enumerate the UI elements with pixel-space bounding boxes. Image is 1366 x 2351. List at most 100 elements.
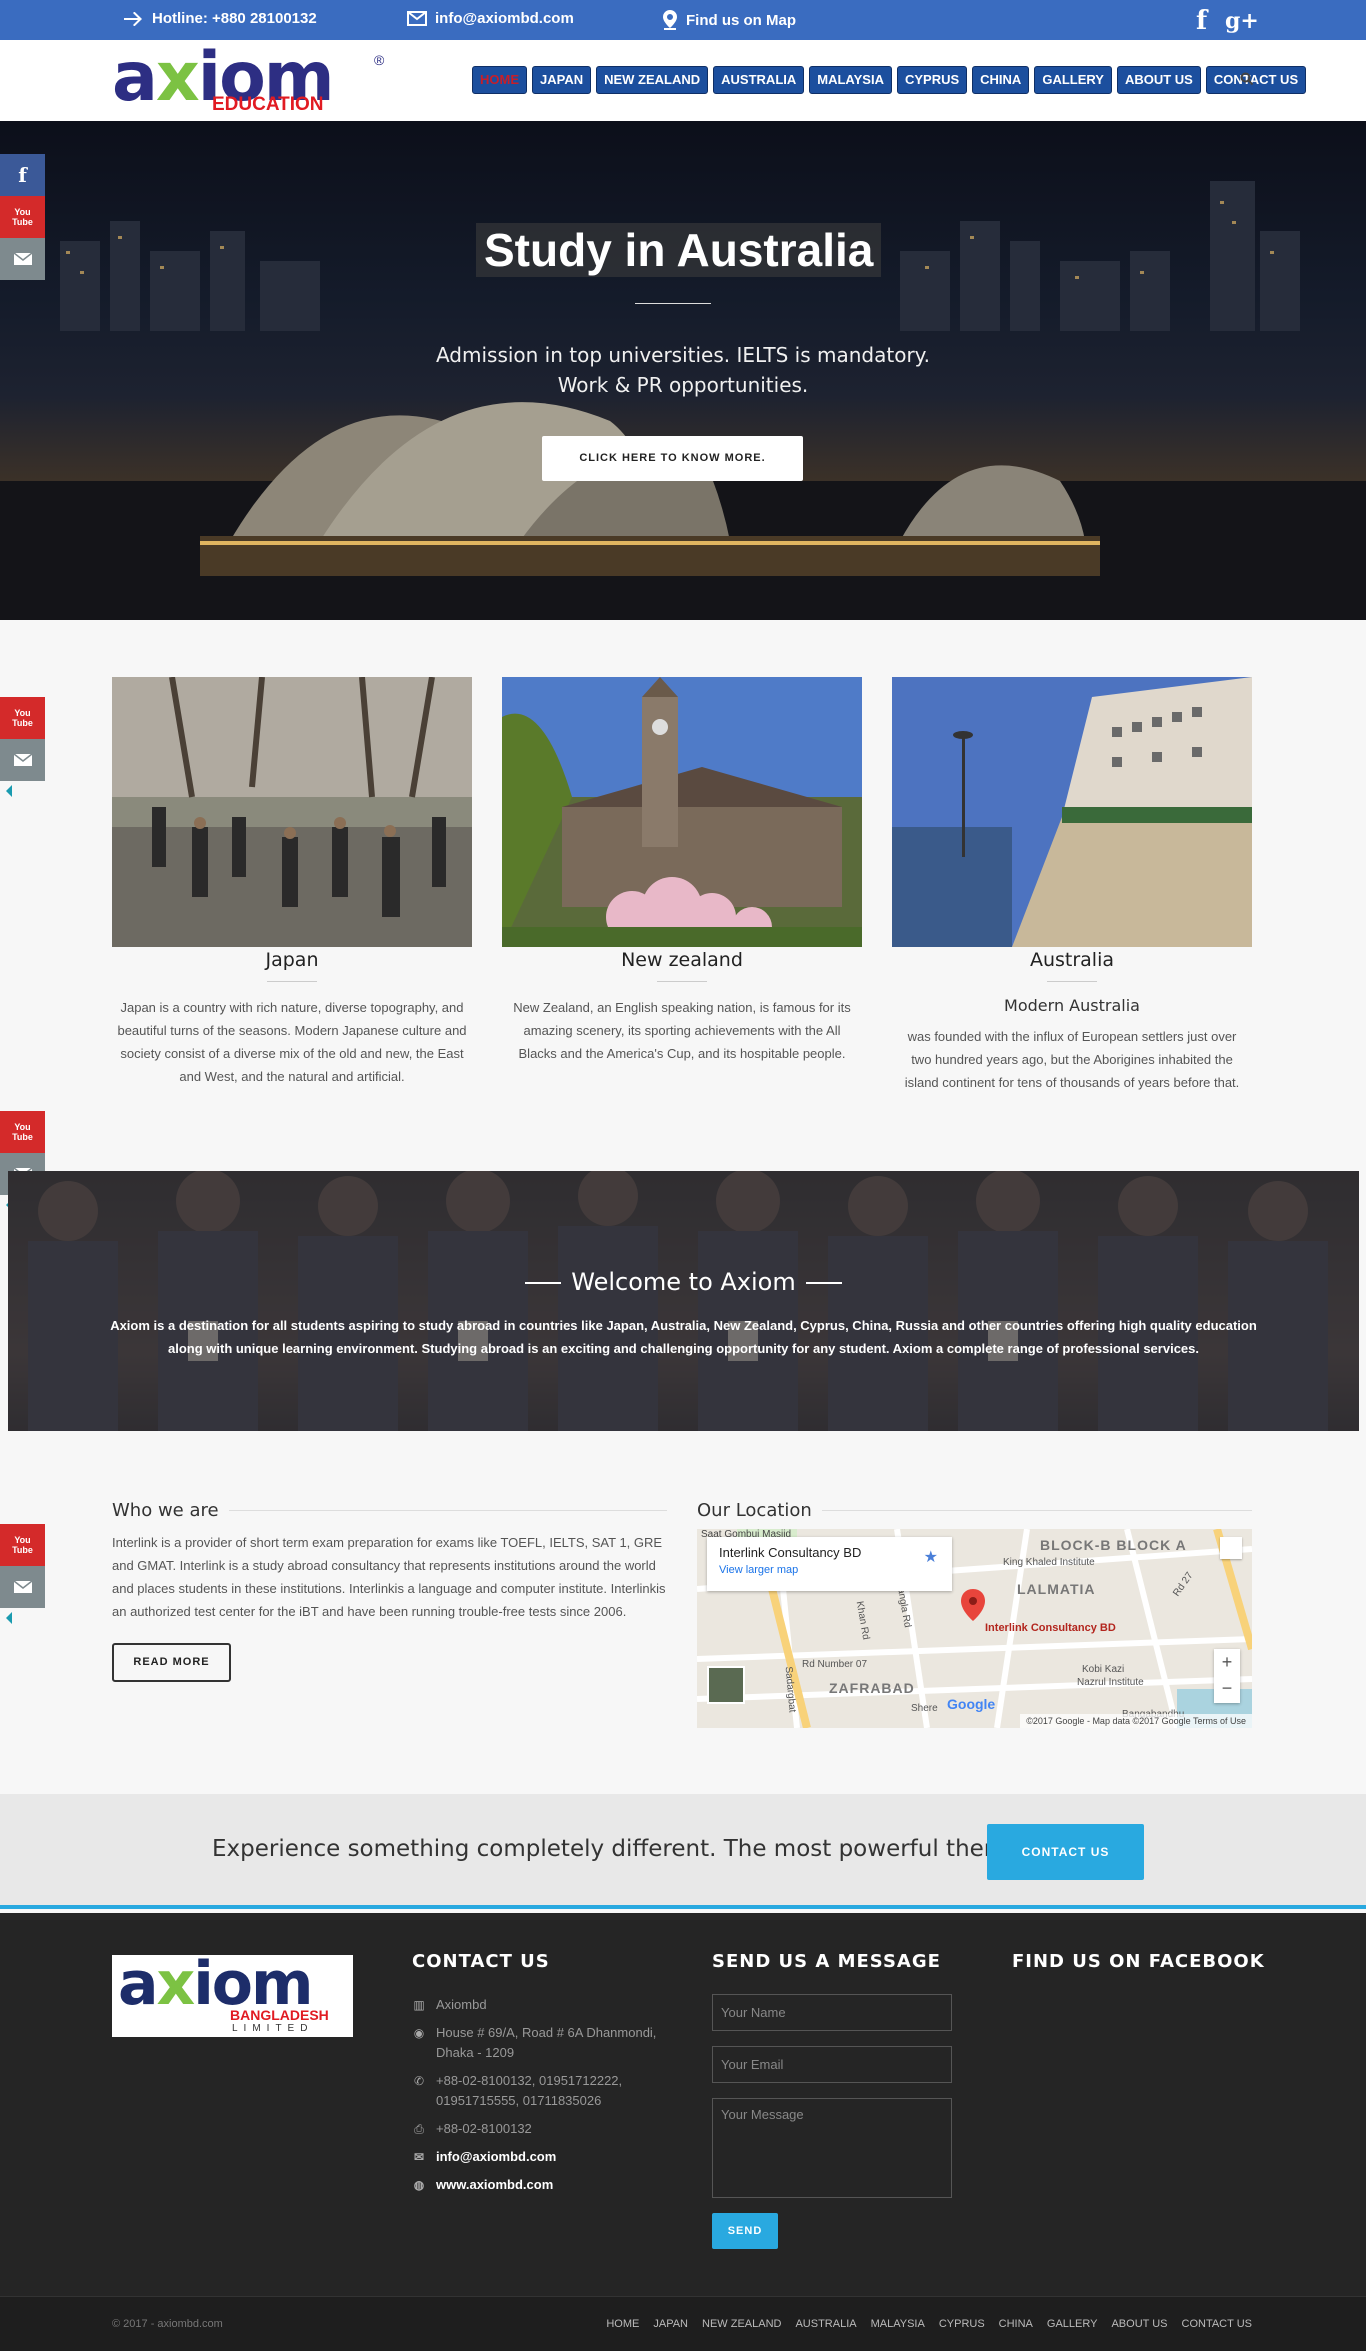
envelope-icon: ✉: [413, 2150, 425, 2164]
footer-nav-australia[interactable]: AUSTRALIA: [795, 2318, 856, 2330]
card-japan: Japan Japan is a country with rich natur…: [112, 677, 472, 1088]
map-label: BLOCK-B BLOCK A: [1040, 1537, 1187, 1553]
map-label: LALMATIA: [1017, 1581, 1096, 1597]
footer-nav-malaysia[interactable]: MALAYSIA: [871, 2318, 925, 2330]
search-icon[interactable]: [1240, 72, 1254, 86]
share-facebook-icon[interactable]: f: [0, 154, 45, 196]
header: axiom ® EDUCATION HOME JAPAN NEW ZEALAND…: [0, 38, 1366, 121]
nav-contact-us[interactable]: CONTACT US: [1205, 66, 1307, 94]
share-email-icon[interactable]: [0, 1566, 45, 1608]
share-youtube-icon[interactable]: YouTube: [0, 196, 45, 238]
map-label: Kobi Kazi: [1082, 1664, 1125, 1675]
view-larger-map-link[interactable]: View larger map: [719, 1564, 798, 1576]
who-we-are-heading: Who we are: [112, 1500, 667, 1521]
footer-nav-japan[interactable]: JAPAN: [653, 2318, 688, 2330]
email-text: info@axiombd.com: [435, 10, 574, 27]
street-view-pegman-icon[interactable]: [1220, 1537, 1242, 1559]
map-pin-icon: ◉: [413, 2026, 425, 2040]
footer-nav: HOME JAPAN NEW ZEALAND AUSTRALIA MALAYSI…: [606, 2318, 1252, 2330]
card-text: Japan is a country with rich nature, div…: [117, 1000, 467, 1084]
card-title: New zealand: [621, 949, 743, 971]
hero-subtitle-line-1: Admission in top universities. IELTS is …: [435, 343, 931, 367]
footer-nav-contact-us[interactable]: CONTACT US: [1182, 2318, 1253, 2330]
hero-slider: Study in Australia Admission in top univ…: [0, 121, 1366, 620]
card-title: Japan: [265, 949, 319, 971]
read-more-button[interactable]: READ MORE: [112, 1643, 231, 1682]
hotline-text: Hotline: +880 28100132: [152, 10, 317, 27]
share-youtube-icon[interactable]: YouTube: [0, 1111, 45, 1153]
message-field[interactable]: Your Message: [712, 2098, 952, 2198]
share-collapse-arrow-icon[interactable]: [6, 785, 12, 797]
nav-about-us[interactable]: ABOUT US: [1116, 66, 1201, 94]
promo-text: Experience something completely differen…: [212, 1836, 1085, 1862]
map-label: Nazrul Institute: [1077, 1677, 1144, 1688]
footer-nav-cyprus[interactable]: CYPRUS: [939, 2318, 985, 2330]
zoom-in-button[interactable]: +: [1214, 1649, 1240, 1675]
nav-japan[interactable]: JAPAN: [532, 66, 592, 94]
zoom-out-button[interactable]: −: [1214, 1675, 1240, 1701]
bottom-bar: © 2017 - axiombd.com HOME JAPAN NEW ZEAL…: [0, 2296, 1366, 2351]
footer-logo-bangladesh: BANGLADESH: [230, 2007, 329, 2023]
map-item[interactable]: Find us on Map: [662, 10, 796, 30]
printer-icon: ⎙: [414, 2122, 424, 2136]
contact-website[interactable]: ◍ www.axiombd.com: [412, 2175, 662, 2195]
map-label: King Khaled Institute: [1003, 1557, 1095, 1568]
nav-new-zealand[interactable]: NEW ZEALAND: [596, 66, 709, 94]
new-zealand-image[interactable]: [502, 677, 862, 947]
name-field[interactable]: Your Name: [712, 1994, 952, 2031]
map-label: Rd Number 07: [802, 1659, 868, 1670]
hero-divider: [635, 303, 711, 304]
contact-email[interactable]: ✉ info@axiombd.com: [412, 2147, 662, 2167]
card-divider: [1047, 981, 1097, 982]
our-location-heading: Our Location: [697, 1500, 1252, 1521]
promo-contact-button[interactable]: CONTACT US: [987, 1824, 1144, 1880]
share-collapse-arrow-icon[interactable]: [6, 1612, 12, 1624]
satellite-toggle[interactable]: [707, 1666, 745, 1704]
google-plus-icon[interactable]: g+: [1225, 8, 1259, 34]
hero-cta-button[interactable]: CLICK HERE TO KNOW MORE.: [542, 436, 803, 481]
footer-nav-china[interactable]: CHINA: [999, 2318, 1033, 2330]
share-youtube-icon[interactable]: YouTube: [0, 1524, 45, 1566]
footer-nav-gallery[interactable]: GALLERY: [1047, 2318, 1098, 2330]
email-item[interactable]: info@axiombd.com: [407, 10, 574, 27]
share-youtube-icon[interactable]: YouTube: [0, 697, 45, 739]
facebook-icon[interactable]: f: [1196, 6, 1207, 36]
star-icon[interactable]: ★: [924, 1547, 938, 1567]
promo-strip: Experience something completely differen…: [0, 1794, 1366, 1909]
australia-image[interactable]: [892, 677, 1252, 947]
title-dash-right: [805, 1282, 842, 1284]
share-bar-2: You Tube: [0, 697, 45, 797]
nav-home[interactable]: HOME: [472, 66, 527, 94]
hero-title: Study in Australia: [476, 223, 882, 277]
nav-cyprus[interactable]: CYPRUS: [896, 66, 968, 94]
footer-logo[interactable]: axiom BANGLADESH LIMITED: [112, 1949, 353, 2037]
card-text: was founded with the influx of European …: [904, 1029, 1240, 1090]
arrow-right-icon: [124, 11, 142, 26]
hotline-item[interactable]: Hotline: +880 28100132: [124, 10, 317, 27]
footer-message-title: SEND US A MESSAGE: [712, 1951, 941, 1972]
google-map[interactable]: Saat Gombuj Masjid BLOCK-B BLOCK A King …: [697, 1529, 1252, 1728]
who-we-are-text: Interlink is a provider of short term ex…: [112, 1535, 666, 1619]
welcome-text: Axiom is a destination for all students …: [110, 1318, 1257, 1356]
nav-gallery[interactable]: GALLERY: [1034, 66, 1112, 94]
footer-nav-new-zealand[interactable]: NEW ZEALAND: [702, 2318, 781, 2330]
card-divider: [267, 981, 317, 982]
footer-nav-home[interactable]: HOME: [606, 2318, 639, 2330]
japan-image[interactable]: [112, 677, 472, 947]
share-email-icon[interactable]: [0, 238, 45, 280]
nav-china[interactable]: CHINA: [972, 66, 1030, 94]
card-title: Australia: [1029, 949, 1115, 971]
email-field[interactable]: Your Email: [712, 2046, 952, 2083]
card-subtitle: Modern Australia: [1004, 996, 1140, 1015]
send-button[interactable]: SEND: [712, 2213, 778, 2249]
nav-malaysia[interactable]: MALAYSIA: [809, 66, 892, 94]
page: { "topbar": { "hotline": "Hotline: +880 …: [0, 0, 1366, 2351]
nav-australia[interactable]: AUSTRALIA: [713, 66, 805, 94]
footer: axiom BANGLADESH LIMITED CONTACT US SEND…: [0, 1913, 1366, 2296]
footer-nav-about-us[interactable]: ABOUT US: [1111, 2318, 1167, 2330]
footer-contact-title: CONTACT US: [412, 1951, 550, 1972]
map-attribution[interactable]: ©2017 Google - Map data ©2017 Google Ter…: [1020, 1714, 1252, 1728]
site-logo[interactable]: axiom ® EDUCATION: [112, 38, 392, 117]
share-email-icon[interactable]: [0, 739, 45, 781]
map-place-name: Interlink Consultancy BD: [719, 1545, 862, 1560]
